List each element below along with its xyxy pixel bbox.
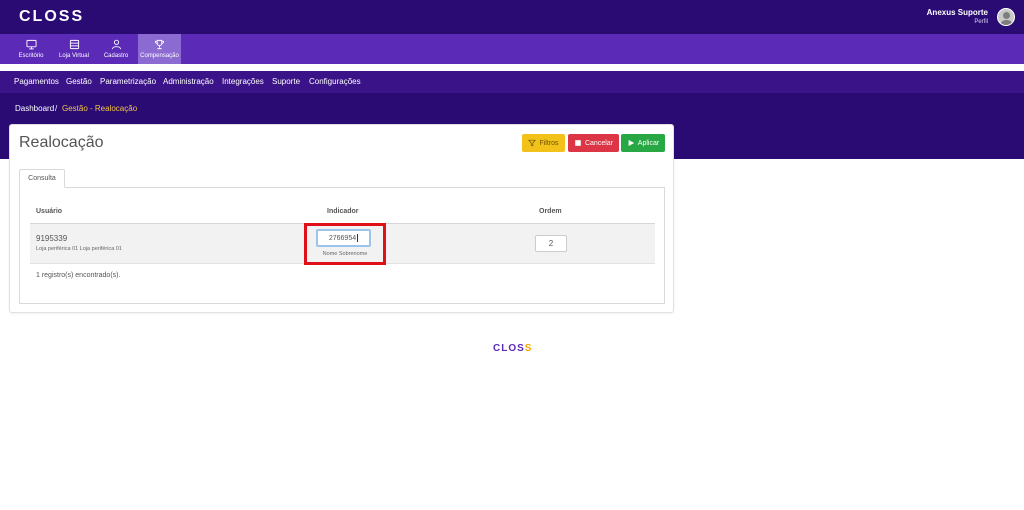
avatar[interactable] bbox=[997, 8, 1015, 26]
consulta-panel: Usuário Indicador Ordem 9195339 Loja per… bbox=[19, 187, 665, 304]
menu-item-configuracoes[interactable]: Configurações bbox=[309, 77, 361, 86]
module-label: Cadastro bbox=[103, 53, 129, 59]
column-header-indicador: Indicador bbox=[327, 208, 359, 215]
page-title: Realocação bbox=[19, 134, 104, 151]
filter-icon bbox=[528, 139, 537, 147]
closs-logo[interactable]: CLOSS bbox=[19, 8, 84, 26]
user-store: Loja periférica 01 Loja periférica 01 bbox=[36, 246, 122, 252]
indicator-highlight: 2766954 Nome Sobrenome bbox=[304, 223, 386, 265]
table-row: 9195339 Loja periférica 01 Loja periféri… bbox=[30, 223, 655, 265]
order-value: 2 bbox=[548, 239, 554, 248]
trophy-icon bbox=[154, 39, 165, 50]
module-escritorio[interactable]: Escritório bbox=[14, 34, 48, 64]
column-header-ordem: Ordem bbox=[539, 208, 562, 215]
stop-icon bbox=[575, 140, 581, 146]
module-loja-virtual[interactable]: Loja Virtual bbox=[56, 34, 92, 64]
module-cadastro[interactable]: Cadastro bbox=[100, 34, 132, 64]
store-icon bbox=[69, 39, 79, 50]
avatar-head bbox=[1003, 12, 1010, 19]
footer-logo: CLOSS bbox=[493, 343, 532, 354]
menu-item-administracao[interactable]: Administração bbox=[163, 77, 214, 86]
breadcrumb-separator: / bbox=[55, 104, 58, 113]
tab-consulta[interactable]: Consulta bbox=[19, 169, 65, 188]
play-icon bbox=[628, 139, 634, 147]
module-compensacao[interactable]: Compensação bbox=[138, 34, 181, 64]
user-icon bbox=[111, 39, 121, 50]
module-label: Escritório bbox=[18, 53, 44, 59]
realocacao-card: Realocação Filtros Cancelar Aplicar Cons… bbox=[9, 124, 674, 313]
top-header: CLOSS Anexus Suporte Perfil bbox=[0, 0, 1024, 34]
apply-button-label: Aplicar bbox=[637, 139, 660, 147]
menu-item-integracoes[interactable]: Integrações bbox=[222, 77, 264, 86]
user-menu[interactable]: Anexus Suporte Perfil bbox=[927, 8, 988, 25]
menu-item-parametrizacao[interactable]: Parametrização bbox=[100, 77, 156, 86]
monitor-icon bbox=[25, 39, 37, 50]
order-input[interactable]: 2 bbox=[535, 235, 567, 252]
indicator-name: Nome Sobrenome bbox=[322, 251, 368, 257]
filters-button[interactable]: Filtros bbox=[522, 134, 565, 152]
records-count: 1 registro(s) encontrado(s). bbox=[36, 272, 121, 279]
footer-logo-part2: S bbox=[524, 343, 533, 354]
module-label: Compensação bbox=[140, 53, 179, 59]
indicator-value: 2766954 bbox=[328, 234, 357, 242]
text-cursor bbox=[357, 234, 359, 242]
cancel-button-label: Cancelar bbox=[584, 139, 613, 147]
user-name: Anexus Suporte bbox=[926, 8, 988, 17]
filters-button-label: Filtros bbox=[539, 139, 559, 147]
apply-button[interactable]: Aplicar bbox=[621, 134, 665, 152]
main-menu: Pagamentos Gestão Parametrização Adminis… bbox=[0, 71, 1024, 93]
logo-text: CLOSS bbox=[19, 8, 85, 25]
column-header-usuario: Usuário bbox=[36, 208, 63, 215]
footer-logo-part1: CLOS bbox=[493, 343, 525, 354]
breadcrumb-home-link[interactable]: Dashboard bbox=[15, 104, 54, 113]
menu-item-gestao[interactable]: Gestão bbox=[66, 77, 92, 86]
avatar-body bbox=[1000, 20, 1013, 25]
cancel-button[interactable]: Cancelar bbox=[568, 134, 619, 152]
menu-item-suporte[interactable]: Suporte bbox=[272, 77, 300, 86]
module-label: Loja Virtual bbox=[59, 53, 89, 59]
module-bar: Escritório Loja Virtual Cadastro Compens… bbox=[0, 34, 1024, 64]
user-profile-link[interactable]: Perfil bbox=[927, 19, 988, 25]
breadcrumb-current: Gestão - Realocação bbox=[62, 104, 138, 113]
menu-item-pagamentos[interactable]: Pagamentos bbox=[14, 77, 59, 86]
user-id: 9195339 bbox=[36, 234, 68, 243]
indicator-input[interactable]: 2766954 bbox=[316, 229, 371, 247]
